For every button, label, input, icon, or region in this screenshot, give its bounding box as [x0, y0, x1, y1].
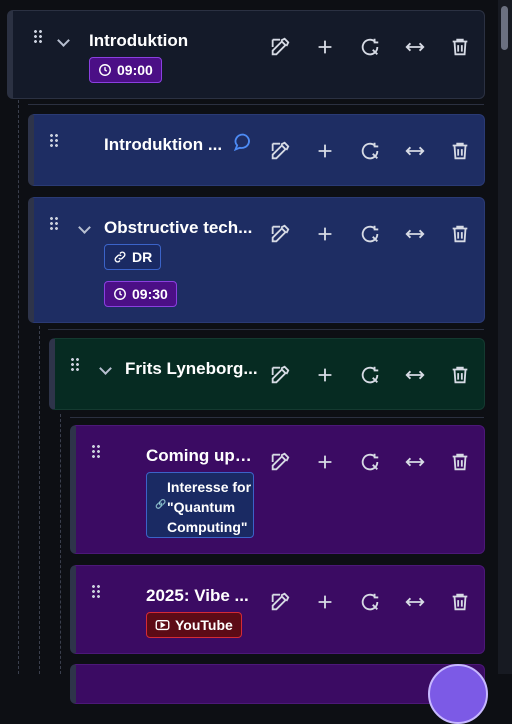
comment-icon[interactable] — [233, 132, 253, 152]
divider — [48, 329, 484, 330]
resize-horizontal-icon[interactable] — [404, 591, 426, 613]
edit-icon[interactable] — [269, 36, 291, 58]
tree-guide-line — [18, 100, 19, 674]
resize-horizontal-icon[interactable] — [404, 451, 426, 473]
note-preview[interactable]: 🔗 Interesse for "Quantum Computing" — [146, 472, 254, 538]
divider — [70, 417, 484, 418]
drag-handle-icon[interactable] — [91, 444, 100, 459]
tree-guide-line — [39, 326, 40, 674]
time-badge: 09:00 — [89, 57, 162, 83]
plus-icon[interactable] — [314, 36, 336, 58]
time-label: 09:00 — [117, 62, 153, 78]
item-actions — [269, 36, 479, 58]
rotate-icon[interactable] — [359, 364, 381, 386]
link-icon — [114, 251, 126, 263]
rotate-icon[interactable] — [359, 140, 381, 162]
trash-icon[interactable] — [449, 591, 471, 613]
agenda-item-card[interactable] — [70, 664, 485, 704]
youtube-label: YouTube — [175, 617, 233, 633]
drag-handle-icon[interactable] — [49, 133, 58, 148]
clock-icon — [99, 64, 111, 76]
resize-horizontal-icon[interactable] — [404, 223, 426, 245]
trash-icon[interactable] — [449, 451, 471, 473]
item-actions — [269, 223, 479, 245]
resize-horizontal-icon[interactable] — [404, 140, 426, 162]
scrollbar[interactable] — [498, 0, 512, 674]
agenda-item-card[interactable]: 2025: Vibe ... YouTube — [70, 565, 485, 654]
plus-icon[interactable] — [314, 364, 336, 386]
trash-icon[interactable] — [449, 223, 471, 245]
time-label: 09:30 — [132, 286, 168, 302]
trash-icon[interactable] — [449, 140, 471, 162]
item-actions — [269, 591, 479, 613]
plus-icon[interactable] — [314, 591, 336, 613]
agenda-item-card[interactable]: Introduktion 09:00 — [7, 10, 485, 99]
youtube-icon — [155, 619, 170, 631]
rotate-icon[interactable] — [359, 36, 381, 58]
drag-handle-icon[interactable] — [70, 357, 79, 372]
link-icon: 🔗 — [155, 499, 167, 509]
item-actions — [269, 451, 479, 473]
agenda-item-title: Frits Lyneborg... — [125, 359, 258, 378]
agenda-item-title: Introduktion ... — [104, 135, 223, 154]
plus-icon[interactable] — [314, 451, 336, 473]
agenda-item-title: Obstructive tech... — [104, 218, 253, 237]
time-badge: 09:30 — [104, 281, 177, 307]
note-text: Interesse for "Quantum Computing" — [167, 479, 252, 535]
link-label: DR — [132, 249, 153, 265]
tree-guide-line — [60, 414, 61, 674]
item-actions — [269, 140, 479, 162]
edit-icon[interactable] — [269, 591, 291, 613]
rotate-icon[interactable] — [359, 591, 381, 613]
plus-icon[interactable] — [314, 223, 336, 245]
resize-horizontal-icon[interactable] — [404, 36, 426, 58]
link-badge[interactable]: DR — [104, 244, 162, 270]
rotate-icon[interactable] — [359, 451, 381, 473]
youtube-badge[interactable]: YouTube — [146, 612, 242, 638]
drag-handle-icon[interactable] — [33, 29, 42, 44]
trash-icon[interactable] — [449, 36, 471, 58]
agenda-item-title: 2025: Vibe ... — [146, 586, 249, 605]
agenda-item-card[interactable]: Introduktion ... — [28, 114, 485, 186]
clock-icon — [114, 288, 126, 300]
resize-horizontal-icon[interactable] — [404, 364, 426, 386]
rotate-icon[interactable] — [359, 223, 381, 245]
agenda-item-card[interactable]: Obstructive tech... DR 09:30 — [28, 197, 485, 323]
agenda-item-card[interactable]: Frits Lyneborg... — [49, 338, 485, 410]
scrollbar-thumb[interactable] — [501, 6, 508, 50]
floating-action-button[interactable] — [428, 664, 488, 724]
edit-icon[interactable] — [269, 364, 291, 386]
chevron-down-icon[interactable] — [57, 34, 70, 47]
edit-icon[interactable] — [269, 140, 291, 162]
agenda-item-title: Introduktion — [89, 31, 189, 50]
plus-icon[interactable] — [314, 140, 336, 162]
edit-icon[interactable] — [269, 451, 291, 473]
trash-icon[interactable] — [449, 364, 471, 386]
chevron-down-icon[interactable] — [99, 362, 112, 375]
chevron-down-icon[interactable] — [78, 221, 91, 234]
agenda-item-card[interactable]: Coming up:... 🔗 Interesse for "Quantum C… — [70, 425, 485, 554]
drag-handle-icon[interactable] — [49, 216, 58, 231]
agenda-item-title: Coming up:... — [146, 446, 252, 465]
item-actions — [269, 364, 479, 386]
edit-icon[interactable] — [269, 223, 291, 245]
divider — [28, 104, 484, 105]
drag-handle-icon[interactable] — [91, 584, 100, 599]
